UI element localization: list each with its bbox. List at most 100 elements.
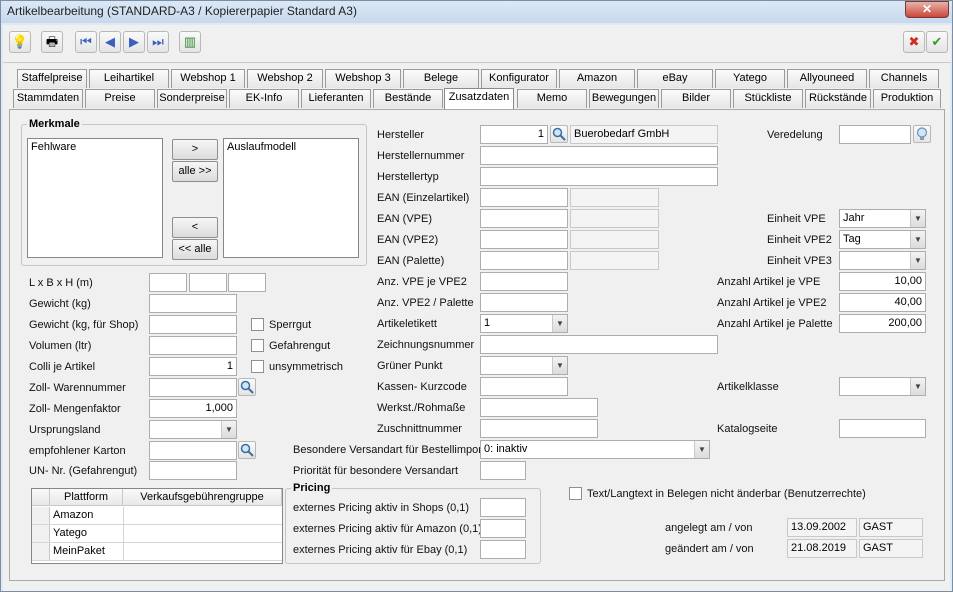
pos-code-label: Kassen- Kurzcode <box>377 381 467 393</box>
add-feature-button[interactable]: > <box>172 139 218 160</box>
cancel-icon[interactable]: ✖ <box>903 31 925 53</box>
sperrgut-checkbox[interactable] <box>251 318 264 331</box>
grid-header-fee-group[interactable]: Verkaufsgebührengruppe <box>123 489 282 506</box>
un-number-field[interactable] <box>149 461 237 480</box>
tab-webshop-2[interactable]: Webshop 2 <box>247 69 323 88</box>
customs-number-field[interactable] <box>149 378 237 397</box>
table-row[interactable]: Yatego <box>32 525 282 543</box>
grid-header-platform[interactable]: Plattform <box>50 489 123 506</box>
add-all-features-button[interactable]: alle >> <box>172 161 218 182</box>
tab-leihartikel[interactable]: Leihartikel <box>89 69 169 88</box>
origin-country-select[interactable]: ▼ <box>149 420 237 439</box>
search-icon[interactable] <box>238 441 256 459</box>
pos-code-field[interactable] <box>480 377 568 396</box>
unit-vpe2-label: Einheit VPE2 <box>767 234 832 246</box>
cut-number-field[interactable] <box>480 419 598 438</box>
remove-feature-button[interactable]: < <box>172 217 218 238</box>
raw-dimensions-field[interactable] <box>480 398 598 417</box>
ok-icon[interactable]: ✔ <box>926 31 948 53</box>
list-item[interactable]: Fehlware <box>31 141 159 153</box>
gefahrengut-checkbox[interactable] <box>251 339 264 352</box>
shipping-type-select[interactable]: 0: inaktiv ▼ <box>480 440 710 459</box>
width-field[interactable] <box>189 273 227 292</box>
textlock-checkbox[interactable] <box>569 487 582 500</box>
length-field[interactable] <box>149 273 187 292</box>
tab-bestaende[interactable]: Bestände <box>373 89 443 108</box>
bulb-icon[interactable]: 💡 <box>9 31 31 53</box>
customs-factor-field[interactable]: 1,000 <box>149 399 237 418</box>
ean-single-field[interactable] <box>480 188 568 207</box>
box-field[interactable] <box>149 441 237 460</box>
ean-palette-field[interactable] <box>480 251 568 270</box>
vpe2-per-palette-field[interactable] <box>480 293 568 312</box>
shipping-priority-field[interactable] <box>480 461 526 480</box>
tab-sonderpreise[interactable]: Sonderpreise <box>157 89 227 108</box>
tab-ek-info[interactable]: EK-Info <box>229 89 299 108</box>
unit-vpe-select[interactable]: Jahr ▼ <box>839 209 926 228</box>
previous-record-icon[interactable]: ◀ <box>99 31 121 53</box>
weight-shop-field[interactable] <box>149 315 237 334</box>
manufacturer-id-field[interactable]: 1 <box>480 125 548 144</box>
ean-vpe2-field[interactable] <box>480 230 568 249</box>
print-icon[interactable]: 🖶 <box>41 31 63 53</box>
pricing-shops-field[interactable] <box>480 498 526 517</box>
selected-features-list[interactable]: Auslaufmodell <box>223 138 359 258</box>
tab-preise[interactable]: Preise <box>85 89 155 108</box>
tab-belege[interactable]: Belege <box>403 69 479 88</box>
label-print-select[interactable]: 1 ▼ <box>480 314 568 333</box>
search-icon[interactable] <box>238 378 256 396</box>
tab-webshop-1[interactable]: Webshop 1 <box>171 69 245 88</box>
list-item[interactable]: Auslaufmodell <box>227 141 355 153</box>
tab-yatego[interactable]: Yatego <box>715 69 785 88</box>
drawing-number-field[interactable] <box>480 335 718 354</box>
tab-produktion[interactable]: Produktion <box>873 89 941 108</box>
tab-konfigurator[interactable]: Konfigurator <box>481 69 557 88</box>
chart-icon[interactable]: ▥ <box>179 31 201 53</box>
unsymmetrisch-checkbox[interactable] <box>251 360 264 373</box>
tab-rueckstaende[interactable]: Rückstände <box>805 89 871 108</box>
tab-amazon[interactable]: Amazon <box>559 69 635 88</box>
platform-grid[interactable]: Plattform Verkaufsgebührengruppe Amazon … <box>31 488 283 564</box>
available-features-list[interactable]: Fehlware <box>27 138 163 258</box>
volume-field[interactable] <box>149 336 237 355</box>
close-button[interactable]: ✕ <box>905 1 949 18</box>
items-per-palette-field[interactable]: 200,00 <box>839 314 926 333</box>
remove-all-features-button[interactable]: << alle <box>172 239 218 260</box>
vpe-per-vpe2-field[interactable] <box>480 272 568 291</box>
pricing-ebay-field[interactable] <box>480 540 526 559</box>
tab-ebay[interactable]: eBay <box>637 69 713 88</box>
ean-vpe-field[interactable] <box>480 209 568 228</box>
tab-channels[interactable]: Channels <box>869 69 939 88</box>
tab-bilder[interactable]: Bilder <box>661 89 731 108</box>
table-row[interactable]: Amazon <box>32 507 282 525</box>
unit-vpe3-select[interactable]: ▼ <box>839 251 926 270</box>
tab-webshop-3[interactable]: Webshop 3 <box>325 69 401 88</box>
tab-memo[interactable]: Memo <box>517 89 587 108</box>
finishing-field[interactable] <box>839 125 911 144</box>
manufacturer-number-field[interactable] <box>480 146 718 165</box>
bulb-icon[interactable] <box>913 125 931 143</box>
article-class-select[interactable]: ▼ <box>839 377 926 396</box>
catalog-page-field[interactable] <box>839 419 926 438</box>
tab-allyouneed[interactable]: Allyouneed <box>787 69 867 88</box>
items-per-vpe-field[interactable]: 10,00 <box>839 272 926 291</box>
weight-field[interactable] <box>149 294 237 313</box>
tab-stueckliste[interactable]: Stückliste <box>733 89 803 108</box>
items-per-vpe2-field[interactable]: 40,00 <box>839 293 926 312</box>
green-dot-select[interactable]: ▼ <box>480 356 568 375</box>
colli-field[interactable]: 1 <box>149 357 237 376</box>
pricing-amazon-field[interactable] <box>480 519 526 538</box>
height-field[interactable] <box>228 273 266 292</box>
tab-staffelpreise[interactable]: Staffelpreise <box>17 69 87 88</box>
table-row[interactable]: MeinPaket <box>32 543 282 561</box>
next-record-icon[interactable]: ▶ <box>123 31 145 53</box>
search-icon[interactable] <box>550 125 568 143</box>
manufacturer-type-field[interactable] <box>480 167 718 186</box>
first-record-icon[interactable]: ⏮ <box>75 31 97 53</box>
tab-bewegungen[interactable]: Bewegungen <box>589 89 659 108</box>
unit-vpe2-select[interactable]: Tag ▼ <box>839 230 926 249</box>
last-record-icon[interactable]: ⏭ <box>147 31 169 53</box>
tab-stammdaten[interactable]: Stammdaten <box>13 89 83 108</box>
tab-zusatzdaten[interactable]: Zusatzdaten <box>444 88 514 110</box>
tab-lieferanten[interactable]: Lieferanten <box>301 89 371 108</box>
